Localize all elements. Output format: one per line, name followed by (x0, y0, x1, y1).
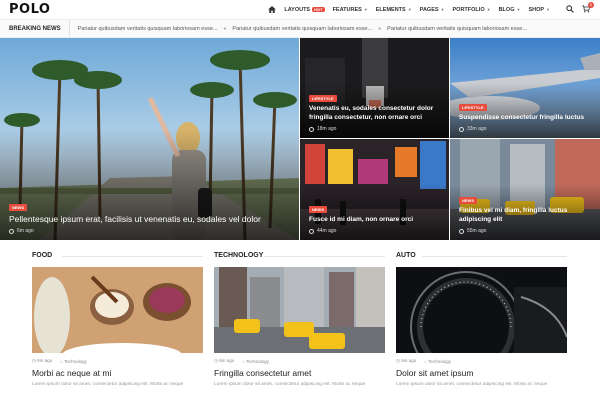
clock-icon (309, 228, 314, 234)
post-excerpt: Lorem ipsum dolor sit amet, consectetur … (396, 382, 548, 387)
news-ticker: Pariatur quibusdam veritatis quisquam la… (70, 26, 527, 32)
post-title[interactable]: Morbi ac neque at mi (32, 368, 203, 378)
category-column-auto: AUTO ◷ 6m ago ⌂ Technology Dolor sit ame… (396, 252, 567, 387)
hero-grid: NEWS Pellentesque ipsum erat, facilisis … (0, 38, 600, 240)
category-badge[interactable]: LIFESTYLE (309, 95, 337, 103)
nav-portfolio[interactable]: PORTFOLIO ▼ (453, 7, 491, 13)
category-badge[interactable]: NEWS (9, 203, 27, 211)
nav-features[interactable]: FEATURES ▼ (333, 7, 368, 13)
top-header: POLO LAYOUTS HOT FEATURES ▼ ELEMENTS ▼ PAGE… (0, 0, 600, 20)
hot-badge: HOT (312, 7, 325, 12)
breaking-news-bar: BREAKING NEWS Pariatur quibusdam veritat… (0, 20, 600, 38)
post-title[interactable]: Venenatis eu, sodales consectetur dolor … (309, 105, 441, 123)
chevron-down-icon: ▼ (546, 7, 550, 12)
post-time: ◷ 6m ago (32, 358, 53, 363)
post-excerpt: Lorem ipsum dolor sit amet, consectetur … (214, 382, 366, 387)
chevron-down-icon: ▼ (440, 7, 445, 12)
post-meta: ◷ 6m ago ⌂ Technology (214, 358, 385, 364)
clock-icon (459, 228, 464, 234)
breaking-news-label: BREAKING NEWS (0, 20, 70, 37)
post-image[interactable] (214, 267, 385, 353)
hero-post-news-2[interactable]: NEWS Finibus vel mi diam, fringilla luct… (450, 139, 600, 240)
category-column-food: FOOD ◷ 6m ago ⌂ Technology Morbi ac nequ… (32, 252, 203, 387)
nav-layouts[interactable]: LAYOUTS HOT (284, 7, 325, 13)
post-title[interactable]: Suspendisse consectetur fringilla luctus (459, 114, 592, 123)
chevron-down-icon: ▼ (363, 7, 368, 12)
bullet-icon: ● (223, 25, 227, 32)
hero-post-news-1[interactable]: NEWS Fusce id mi diam, non ornare orci 4… (300, 139, 449, 240)
tag-icon: ⌂ (424, 358, 427, 364)
main-nav: LAYOUTS HOT FEATURES ▼ ELEMENTS ▼ PAGES ▼ PO… (268, 6, 550, 13)
post-tag[interactable]: ⌂ Technology (60, 359, 87, 364)
header-actions: 0 (566, 2, 594, 13)
clock-icon: ◷ (32, 358, 36, 363)
category-badge[interactable]: LIFESTYLE (459, 104, 487, 112)
post-meta: 18m ago (309, 126, 441, 132)
post-meta: 6m ago (9, 228, 291, 234)
hero-post-lifestyle-1[interactable]: LIFESTYLE Venenatis eu, sodales consecte… (300, 38, 449, 138)
tag-icon: ⌂ (242, 358, 245, 364)
home-icon (268, 6, 277, 13)
post-meta: 55m ago (459, 228, 592, 234)
post-tag[interactable]: ⌂ Technology (242, 359, 269, 364)
post-meta: 44m ago (309, 228, 441, 234)
category-heading[interactable]: TECHNOLOGY (214, 252, 385, 267)
logo[interactable]: POLO (9, 2, 50, 17)
post-excerpt: Lorem ipsum dolor sit amet, consectetur … (32, 382, 184, 387)
category-columns: FOOD ◷ 6m ago ⌂ Technology Morbi ac nequ… (32, 252, 567, 400)
clock-icon: ◷ (396, 358, 400, 363)
post-tag[interactable]: ⌂ Technology (424, 359, 451, 364)
ticker-item[interactable]: Pariatur quibusdam veritatis quisquam la… (387, 26, 527, 32)
post-title[interactable]: Finibus vel mi diam, fringilla luctus ad… (459, 207, 592, 225)
home-link[interactable] (268, 6, 277, 13)
clock-icon (459, 126, 464, 132)
post-meta: ◷ 6m ago ⌂ Technology (32, 358, 203, 364)
tag-icon: ⌂ (60, 358, 63, 364)
category-heading[interactable]: AUTO (396, 252, 567, 267)
post-image[interactable] (396, 267, 567, 353)
post-title[interactable]: Fringilla consectetur amet (214, 368, 385, 378)
ticker-item[interactable]: Pariatur quibusdam veritatis quisquam la… (78, 26, 227, 32)
ticker-item[interactable]: Pariatur quibusdam veritatis quisquam la… (232, 26, 381, 32)
post-image[interactable] (32, 267, 203, 353)
post-title[interactable]: Pellentesque ipsum erat, facilisis ut ve… (9, 214, 291, 225)
clock-icon (309, 126, 314, 132)
search-icon[interactable] (566, 5, 574, 13)
category-badge[interactable]: NEWS (309, 206, 327, 214)
chevron-down-icon: ▼ (407, 7, 412, 12)
post-meta: ◷ 6m ago ⌂ Technology (396, 358, 567, 364)
clock-icon: ◷ (214, 358, 218, 363)
hero-main-post[interactable]: NEWS Pellentesque ipsum erat, facilisis … (0, 38, 299, 240)
post-time: ◷ 6m ago (396, 358, 417, 363)
category-column-technology: TECHNOLOGY ◷ 6m ago ⌂ Technology Fringil… (214, 252, 385, 387)
clock-icon (9, 228, 14, 234)
nav-elements[interactable]: ELEMENTS ▼ (376, 7, 412, 13)
post-meta: 33m ago (459, 126, 592, 132)
category-heading[interactable]: FOOD (32, 252, 203, 267)
hero-post-lifestyle-2[interactable]: LIFESTYLE Suspendisse consectetur fringi… (450, 38, 600, 138)
bullet-icon: ● (378, 25, 382, 32)
nav-blog[interactable]: BLOG ▼ (499, 7, 521, 13)
post-title[interactable]: Dolor sit amet ipsum (396, 368, 567, 378)
nav-shop[interactable]: SHOP ▼ (528, 7, 550, 13)
chevron-down-icon: ▼ (486, 7, 491, 12)
category-badge[interactable]: NEWS (459, 197, 477, 205)
cart-button[interactable]: 0 (582, 2, 594, 13)
post-title[interactable]: Fusce id mi diam, non ornare orci (309, 216, 441, 225)
nav-pages[interactable]: PAGES ▼ (420, 7, 445, 13)
cart-count-badge: 0 (588, 2, 594, 8)
post-time: ◷ 6m ago (214, 358, 235, 363)
chevron-down-icon: ▼ (516, 7, 521, 12)
